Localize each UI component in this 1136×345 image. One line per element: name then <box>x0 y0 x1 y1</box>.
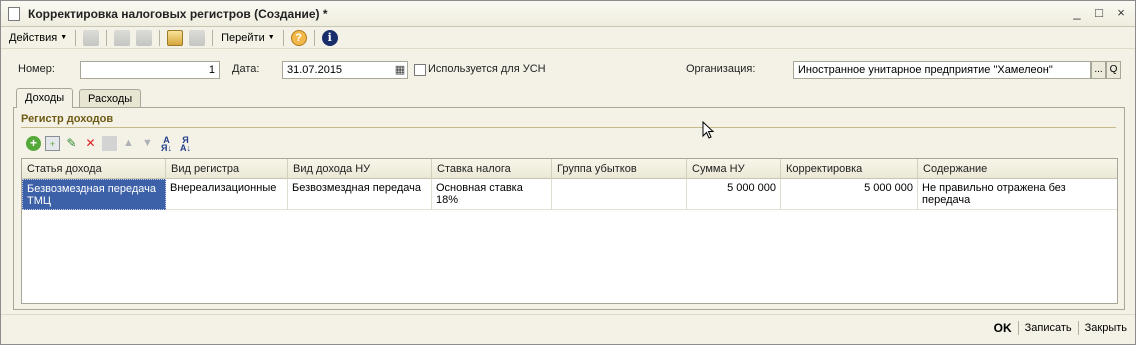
footer-separator <box>1077 321 1079 335</box>
group-divider <box>21 127 1116 128</box>
group-title: Регистр доходов <box>21 113 114 125</box>
footer-divider <box>1 314 1135 315</box>
info-icon[interactable]: i <box>321 29 338 46</box>
magnifier-icon: Q <box>1109 64 1118 75</box>
org-select-button[interactable]: ... <box>1091 61 1106 79</box>
column-header-tax-rate[interactable]: Ставка налога <box>432 159 552 179</box>
post-icon[interactable] <box>83 29 100 46</box>
copy-row-icon[interactable]: + <box>45 136 60 151</box>
window-title: Корректировка налоговых регистров (Созда… <box>28 6 328 21</box>
pencil-icon[interactable]: ✎ <box>64 136 79 151</box>
move-up-icon[interactable]: ▲ <box>121 136 136 151</box>
maximize-button[interactable]: □ <box>1091 5 1107 21</box>
actions-menu[interactable]: Действия ▼ <box>5 32 71 44</box>
delete-icon[interactable]: ✕ <box>83 136 98 151</box>
usn-checkbox-label: Используется для УСН <box>428 63 546 75</box>
sort-ascending-icon[interactable]: A Я↓ <box>159 136 174 153</box>
close-button[interactable]: Закрыть <box>1085 322 1127 334</box>
minimize-button[interactable]: _ <box>1069 5 1085 21</box>
fill-document-icon[interactable] <box>167 29 184 46</box>
footer-separator <box>1017 321 1019 335</box>
date-label: Дата: <box>232 63 260 75</box>
document-window: Корректировка налоговых регистров (Созда… <box>0 0 1136 345</box>
goto-menu[interactable]: Перейти ▼ <box>217 32 279 44</box>
organization-value: Иностранное унитарное предприятие "Хамел… <box>798 64 1053 76</box>
column-header-content[interactable]: Содержание <box>918 159 1117 179</box>
move-down-icon[interactable]: ▼ <box>140 136 155 151</box>
cell-correction[interactable]: 5 000 000 <box>781 179 918 210</box>
income-tab-panel: Регистр доходов + + ✎ ✕ ▲ ▼ A Я↓ Я A↓ Стат… <box>13 107 1125 310</box>
calendar-icon[interactable]: ▦ <box>393 63 407 77</box>
actions-menu-label: Действия <box>9 31 58 44</box>
cancel-post-icon[interactable] <box>114 29 131 46</box>
date-value: 31.07.2015 <box>287 64 343 76</box>
date-field[interactable]: 31.07.2015 <box>282 61 408 79</box>
column-header-income-item[interactable]: Статья дохода <box>22 159 166 179</box>
help-icon[interactable]: ? <box>290 29 307 46</box>
tab-income[interactable]: Доходы <box>16 88 74 108</box>
print-icon[interactable] <box>189 29 206 46</box>
toolbar-separator <box>75 29 77 46</box>
column-header-amount-nu[interactable]: Сумма НУ <box>687 159 781 179</box>
organization-field[interactable]: Иностранное унитарное предприятие "Хамел… <box>793 61 1091 79</box>
cell-income-item[interactable]: Безвозмездная передача ТМЦ <box>22 179 166 210</box>
cell-tax-rate[interactable]: Основная ставка 18% <box>432 179 552 210</box>
column-header-register-type[interactable]: Вид регистра <box>166 159 288 179</box>
tab-expenses[interactable]: Расходы <box>79 89 142 108</box>
toolbar-separator <box>212 29 214 46</box>
column-header-income-type[interactable]: Вид дохода НУ <box>288 159 432 179</box>
cell-loss-group[interactable] <box>552 179 687 210</box>
toolbar-separator <box>313 29 315 46</box>
cell-register-type[interactable]: Внереализационные <box>166 179 288 210</box>
column-header-loss-group[interactable]: Группа убытков <box>552 159 687 179</box>
cell-content[interactable]: Не правильно отражена без передача <box>918 179 1117 210</box>
command-bar: Действия ▼ Перейти ▼ ? i <box>1 27 1135 49</box>
save-button[interactable]: Записать <box>1025 322 1072 334</box>
close-window-button[interactable]: × <box>1113 5 1129 21</box>
number-field[interactable]: 1 <box>80 61 220 79</box>
chevron-down-icon: ▼ <box>267 34 275 41</box>
table-row[interactable]: Безвозмездная передача ТМЦ Внереализацио… <box>22 179 1117 210</box>
end-edit-icon[interactable] <box>102 136 117 151</box>
usn-checkbox[interactable] <box>414 64 426 76</box>
add-row-icon[interactable]: + <box>26 136 41 151</box>
cell-amount-nu[interactable]: 5 000 000 <box>687 179 781 210</box>
column-header-correction[interactable]: Корректировка <box>781 159 918 179</box>
footer-bar: OK Записать Закрыть <box>994 321 1127 335</box>
chevron-down-icon: ▼ <box>60 34 68 41</box>
grid-header: Статья дохода Вид регистра Вид дохода НУ… <box>22 159 1117 179</box>
cell-income-type[interactable]: Безвозмездная передача <box>288 179 432 210</box>
goto-menu-label: Перейти <box>221 31 265 44</box>
sort-descending-icon[interactable]: Я A↓ <box>178 136 193 153</box>
number-label: Номер: <box>18 63 55 75</box>
income-register-grid[interactable]: Статья дохода Вид регистра Вид дохода НУ… <box>21 158 1118 304</box>
toolbar-separator <box>159 29 161 46</box>
refresh-icon[interactable] <box>136 29 153 46</box>
mouse-cursor-icon <box>702 121 714 139</box>
document-icon <box>8 6 20 21</box>
toolbar-separator <box>106 29 108 46</box>
grid-toolbar: + + ✎ ✕ ▲ ▼ A Я↓ Я A↓ <box>26 136 193 153</box>
organization-label: Организация: <box>686 63 756 75</box>
title-bar: Корректировка налоговых регистров (Созда… <box>1 1 1135 27</box>
org-open-button[interactable]: Q <box>1106 61 1121 79</box>
ok-button[interactable]: OK <box>994 321 1012 335</box>
toolbar-separator <box>282 29 284 46</box>
